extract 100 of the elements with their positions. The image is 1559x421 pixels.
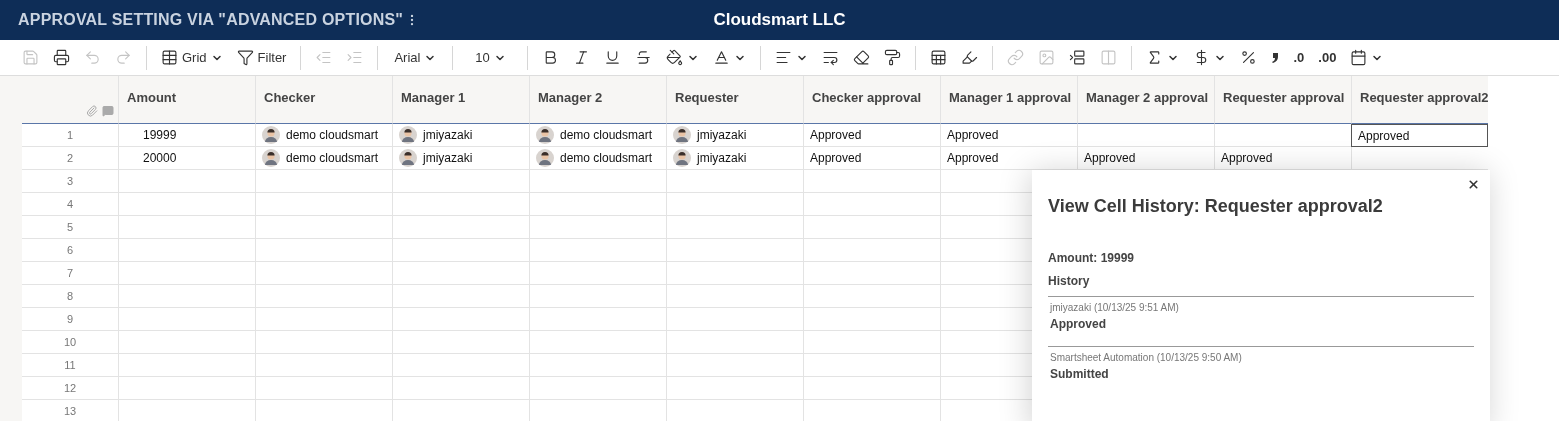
column-header[interactable]: Requester approval2: [1351, 76, 1488, 124]
table-cell[interactable]: jmiyazaki: [392, 147, 529, 170]
table-cell[interactable]: jmiyazaki: [392, 124, 529, 147]
table-cell[interactable]: [255, 354, 392, 377]
table-cell[interactable]: 20000: [118, 147, 255, 170]
table-cell[interactable]: [118, 216, 255, 239]
table-cell[interactable]: demo cloudsmart: [255, 147, 392, 170]
table-cell[interactable]: demo cloudsmart: [529, 147, 666, 170]
table-cell[interactable]: [392, 262, 529, 285]
table-cell[interactable]: [803, 216, 940, 239]
table-cell[interactable]: [666, 216, 803, 239]
table-cell[interactable]: [666, 170, 803, 193]
table-cell[interactable]: [529, 285, 666, 308]
close-icon: [1467, 178, 1480, 191]
table-cell[interactable]: [392, 193, 529, 216]
table-cell[interactable]: [255, 216, 392, 239]
table-cell[interactable]: [118, 377, 255, 400]
table-cell[interactable]: [529, 262, 666, 285]
table-cell[interactable]: jmiyazaki: [666, 147, 803, 170]
table-cell[interactable]: [255, 193, 392, 216]
table-cell[interactable]: [118, 331, 255, 354]
table-cell[interactable]: [529, 308, 666, 331]
table-cell[interactable]: [529, 377, 666, 400]
table-cell[interactable]: [255, 239, 392, 262]
font-size-select[interactable]: 10: [461, 43, 520, 72]
table-cell[interactable]: Approved: [1351, 124, 1488, 147]
table-cell[interactable]: [392, 216, 529, 239]
contact-name: jmiyazaki: [423, 151, 473, 165]
section-title: History: [1048, 274, 1474, 297]
column-header[interactable]: Checker approval: [803, 76, 940, 124]
table-cell[interactable]: [1214, 124, 1351, 147]
table-cell[interactable]: [803, 262, 940, 285]
table-cell[interactable]: [529, 193, 666, 216]
table-cell[interactable]: [392, 354, 529, 377]
table-cell[interactable]: [118, 285, 255, 308]
column-header[interactable]: Manager 2: [529, 76, 666, 124]
table-cell[interactable]: [118, 354, 255, 377]
table-cell[interactable]: [255, 170, 392, 193]
view-button[interactable]: Grid: [155, 43, 229, 72]
table-cell[interactable]: [803, 331, 940, 354]
table-cell[interactable]: [392, 170, 529, 193]
column-header[interactable]: Requester approval: [1214, 76, 1351, 124]
table-cell[interactable]: [803, 285, 940, 308]
table-cell[interactable]: [118, 170, 255, 193]
increase-decimal-button[interactable]: .00: [1312, 43, 1343, 72]
font-select[interactable]: Arial: [386, 43, 445, 72]
table-cell[interactable]: [803, 354, 940, 377]
table-cell[interactable]: 19999: [118, 124, 255, 147]
table-cell[interactable]: [666, 239, 803, 262]
table-cell[interactable]: [1077, 124, 1214, 147]
percent-icon: [1240, 49, 1258, 66]
table-cell[interactable]: [118, 308, 255, 331]
table-cell[interactable]: [529, 331, 666, 354]
table-cell[interactable]: [255, 285, 392, 308]
table-cell[interactable]: [529, 354, 666, 377]
table-cell[interactable]: [118, 239, 255, 262]
table-cell[interactable]: Approved: [803, 147, 940, 170]
table-cell[interactable]: demo cloudsmart: [255, 124, 392, 147]
table-cell[interactable]: [392, 377, 529, 400]
table-cell[interactable]: Approved: [940, 124, 1077, 147]
table-cell[interactable]: [255, 331, 392, 354]
table-cell[interactable]: [803, 239, 940, 262]
image-icon: [1038, 49, 1056, 66]
column-header[interactable]: Checker: [255, 76, 392, 124]
column-header[interactable]: Manager 1 approval: [940, 76, 1077, 124]
table-cell[interactable]: [392, 285, 529, 308]
table-cell[interactable]: [666, 285, 803, 308]
comment-icon[interactable]: [102, 105, 114, 117]
table-cell[interactable]: [803, 377, 940, 400]
column-header[interactable]: Manager 1: [392, 76, 529, 124]
table-cell[interactable]: [803, 308, 940, 331]
avatar-icon: [673, 126, 691, 144]
table-cell[interactable]: [666, 308, 803, 331]
table-cell[interactable]: [255, 377, 392, 400]
table-cell[interactable]: [392, 331, 529, 354]
table-cell[interactable]: [392, 308, 529, 331]
table-cell[interactable]: [118, 193, 255, 216]
table-cell[interactable]: [666, 262, 803, 285]
table-cell[interactable]: [666, 377, 803, 400]
column-header[interactable]: Amount: [118, 76, 255, 124]
column-header[interactable]: Requester: [666, 76, 803, 124]
table-cell[interactable]: [666, 354, 803, 377]
filter-button[interactable]: Filter: [230, 43, 293, 72]
table-cell[interactable]: [803, 193, 940, 216]
table-cell[interactable]: [529, 216, 666, 239]
table-cell[interactable]: Approved: [803, 124, 940, 147]
column-header[interactable]: Manager 2 approval: [1077, 76, 1214, 124]
table-cell[interactable]: [529, 170, 666, 193]
table-cell[interactable]: [529, 239, 666, 262]
table-cell[interactable]: jmiyazaki: [666, 124, 803, 147]
table-cell[interactable]: [392, 239, 529, 262]
table-cell[interactable]: [255, 262, 392, 285]
table-cell[interactable]: [255, 308, 392, 331]
table-cell[interactable]: [666, 331, 803, 354]
decrease-decimal-button[interactable]: .0: [1287, 43, 1311, 72]
table-cell[interactable]: [118, 262, 255, 285]
table-cell[interactable]: [666, 193, 803, 216]
table-cell[interactable]: [803, 170, 940, 193]
attachment-icon[interactable]: [86, 105, 98, 117]
table-cell[interactable]: demo cloudsmart: [529, 124, 666, 147]
